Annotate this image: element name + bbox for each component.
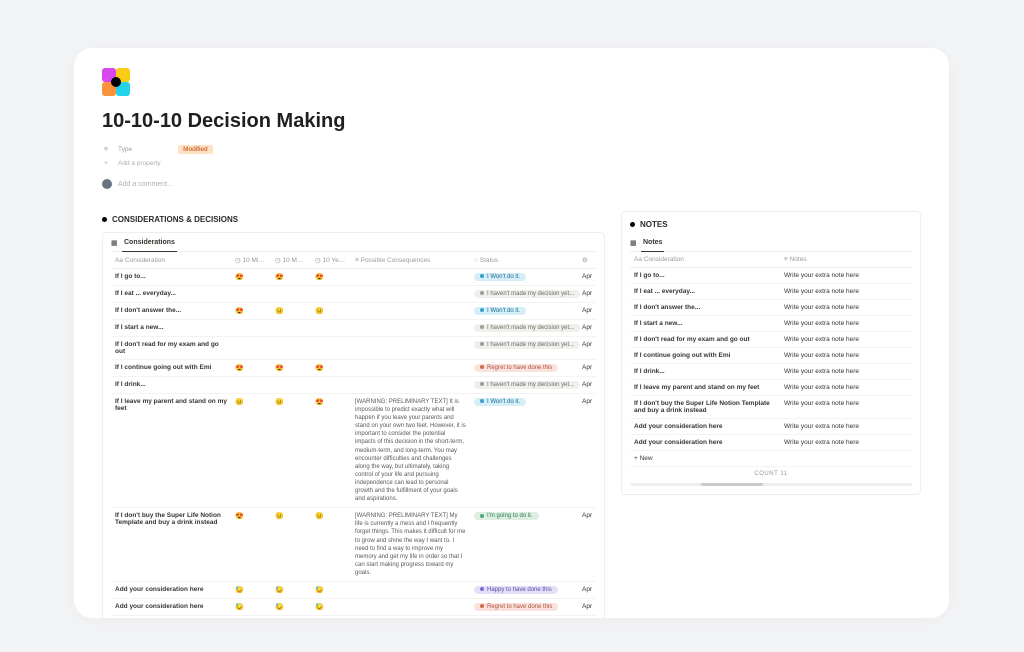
horizontal-scrollbar[interactable] — [630, 483, 912, 486]
table-row[interactable]: If I don't answer the...Write your extra… — [630, 300, 912, 316]
table-row[interactable]: If I don't answer the...😍😐😐I Won't do it… — [111, 303, 596, 320]
add-property-button[interactable]: + Add a property — [102, 160, 921, 167]
property-type-label: Type — [118, 146, 132, 153]
col-note-consideration[interactable]: Aa Consideration — [630, 252, 780, 268]
notes-count-label: COUNT — [754, 471, 778, 477]
page-icon[interactable] — [102, 68, 130, 96]
considerations-table: AaConsideration ◷ 10 Minutes ◷ 10 Months… — [111, 252, 596, 618]
considerations-panel: CONSIDERATIONS & DECISIONS ▦ Considerati… — [102, 211, 605, 618]
bullet-icon — [630, 222, 635, 227]
table-row[interactable]: If I don't read for my exam and go outI … — [111, 337, 596, 360]
table-row[interactable]: Add your consideration here😓😓😓Regret to … — [111, 598, 596, 615]
scrollbar-thumb[interactable] — [701, 483, 763, 486]
property-type-value[interactable]: Modified — [178, 145, 213, 154]
col-settings[interactable]: ⚙ — [578, 252, 596, 269]
considerations-heading: CONSIDERATIONS & DECISIONS — [102, 215, 605, 224]
table-row[interactable]: If I drink...Write your extra note here — [630, 364, 912, 380]
col-consideration[interactable]: AaConsideration — [111, 252, 231, 269]
col-status[interactable]: ○ Status — [470, 252, 578, 269]
list-icon: ≡ — [102, 146, 110, 153]
col-10months[interactable]: ◷ 10 Months — [271, 252, 311, 269]
table-row[interactable]: If I start a new...I haven't made my dec… — [111, 320, 596, 337]
col-consequences[interactable]: ≡ Possible Consequences — [351, 252, 470, 269]
notes-table: Aa Consideration ≡ Notes If I go to...Wr… — [630, 252, 912, 467]
app-window: 10-10-10 Decision Making ≡ Type Modified… — [74, 48, 949, 618]
gear-icon: ⚙ — [582, 257, 588, 264]
table-row[interactable]: If I start a new...Write your extra note… — [630, 316, 912, 332]
database-tabs: ▦ Considerations — [111, 237, 596, 252]
tab-considerations[interactable]: Considerations — [122, 237, 177, 248]
plus-icon: + — [102, 160, 110, 167]
table-row[interactable]: If I continue going out with Emi😍😍😍Regre… — [111, 360, 596, 377]
add-comment-row[interactable]: Add a comment... — [102, 179, 921, 197]
table-row[interactable]: If I don't read for my exam and go outWr… — [630, 332, 912, 348]
table-row[interactable]: If I drink...I haven't made my decision … — [111, 377, 596, 394]
bullet-icon — [102, 217, 107, 222]
table-row[interactable]: Add your consideration hereWrite your ex… — [630, 435, 912, 451]
table-row[interactable]: If I eat ... everyday...I haven't made m… — [111, 286, 596, 303]
notes-panel: NOTES ▦ Notes Aa Consideration ≡ Notes I… — [621, 211, 921, 495]
col-10years[interactable]: ◷ 10 Years — [311, 252, 351, 269]
table-row[interactable]: Add your consideration here😓😓😓Happy to h… — [111, 581, 596, 598]
col-notes[interactable]: ≡ Notes — [780, 252, 912, 268]
table-row[interactable]: If I don't buy the Super Life Notion Tem… — [111, 508, 596, 582]
table-row[interactable]: If I continue going out with EmiWrite yo… — [630, 348, 912, 364]
new-row-button[interactable]: + New — [111, 615, 596, 618]
notes-count-value: 11 — [780, 471, 787, 477]
page-title[interactable]: 10-10-10 Decision Making — [102, 110, 921, 133]
col-10min[interactable]: ◷ 10 Minutes — [231, 252, 271, 269]
new-row-button[interactable]: + New — [630, 451, 912, 467]
table-row[interactable]: If I go to...😍😍😍I Won't do it.Apr — [111, 269, 596, 286]
notes-heading: NOTES — [630, 220, 912, 229]
table-row[interactable]: Add your consideration hereWrite your ex… — [630, 419, 912, 435]
avatar — [102, 179, 112, 189]
tab-notes[interactable]: Notes — [641, 237, 664, 248]
table-row[interactable]: If I eat ... everyday...Write your extra… — [630, 284, 912, 300]
table-row[interactable]: If I leave my parent and stand on my fee… — [111, 394, 596, 508]
table-row[interactable]: If I don't buy the Super Life Notion Tem… — [630, 396, 912, 419]
table-icon: ▦ — [111, 239, 118, 246]
table-row[interactable]: If I leave my parent and stand on my fee… — [630, 380, 912, 396]
table-row[interactable]: If I go to...Write your extra note here — [630, 268, 912, 284]
table-icon: ▦ — [630, 239, 637, 246]
property-type-row[interactable]: ≡ Type Modified — [102, 145, 921, 154]
